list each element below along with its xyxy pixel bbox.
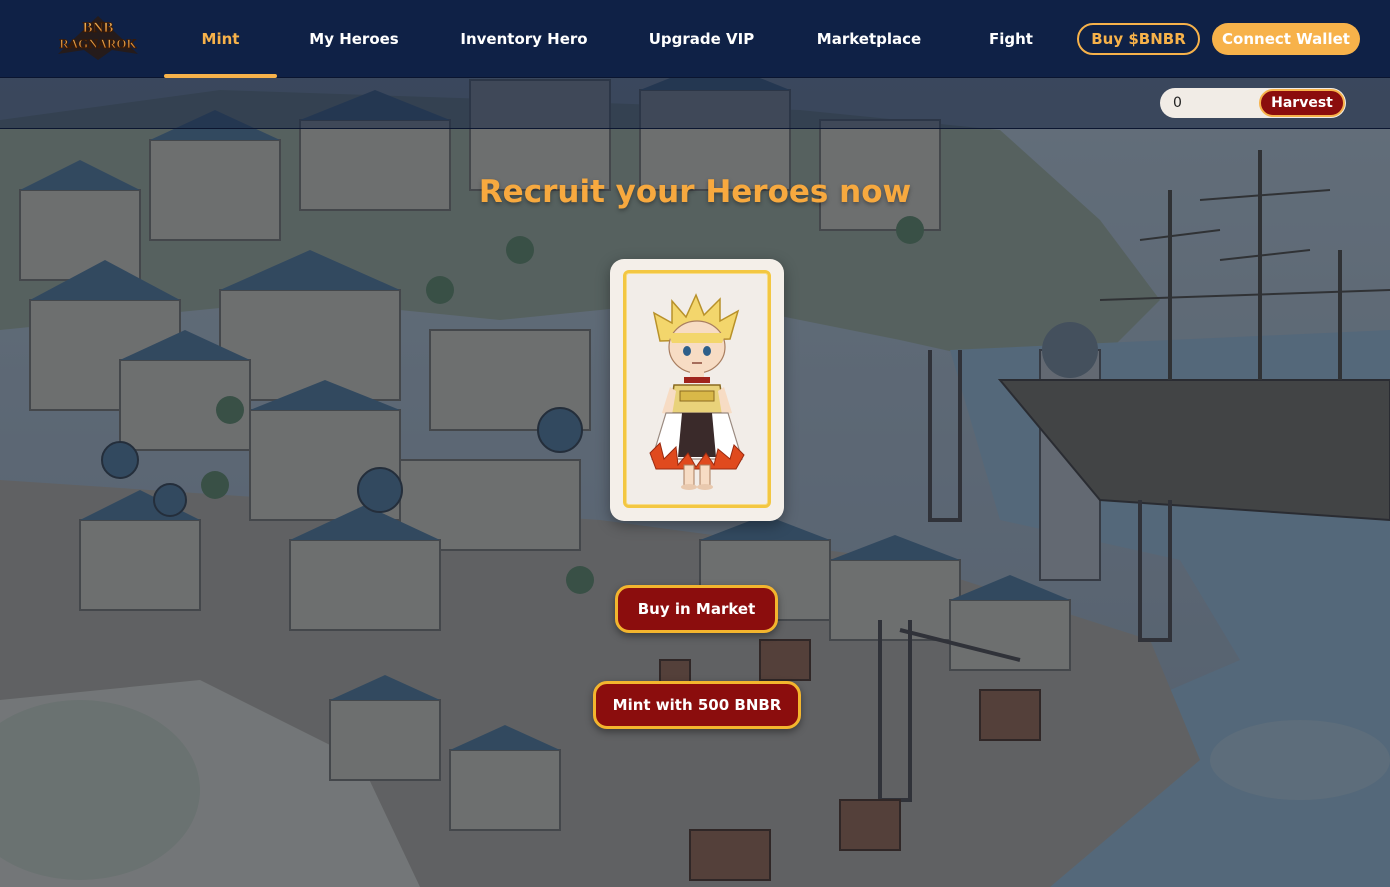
harvest-button[interactable]: Harvest	[1259, 89, 1345, 117]
connect-wallet-button[interactable]: Connect Wallet	[1212, 23, 1360, 55]
nav-marketplace[interactable]: Marketplace	[810, 0, 928, 78]
hero-card	[610, 259, 784, 521]
harvest-field: 0 Harvest	[1160, 88, 1346, 118]
harvest-bar: 0 Harvest	[0, 78, 1390, 129]
svg-text:RAGNAROK: RAGNAROK	[59, 36, 137, 51]
top-navbar: BNB RAGNAROK Mint My Heroes Inventory He…	[0, 0, 1390, 78]
harvest-value: 0	[1173, 95, 1182, 111]
hero-card-frame	[623, 270, 771, 508]
nav-inventory-hero[interactable]: Inventory Hero	[455, 0, 593, 78]
buy-in-market-button[interactable]: Buy in Market	[615, 585, 778, 633]
page-title: Recruit your Heroes now	[478, 174, 912, 210]
nav-fight[interactable]: Fight	[975, 0, 1047, 78]
nav-my-heroes[interactable]: My Heroes	[300, 0, 408, 78]
bnb-ragnarok-logo[interactable]: BNB RAGNAROK	[52, 10, 144, 62]
buy-bnbr-button[interactable]: Buy $BNBR	[1077, 23, 1200, 55]
nav-upgrade-vip[interactable]: Upgrade VIP	[640, 0, 763, 78]
svg-text:BNB: BNB	[83, 20, 114, 36]
hero-character-icon	[649, 293, 745, 490]
mint-button[interactable]: Mint with 500 BNBR	[593, 681, 801, 729]
nav-mint[interactable]: Mint	[164, 0, 277, 78]
